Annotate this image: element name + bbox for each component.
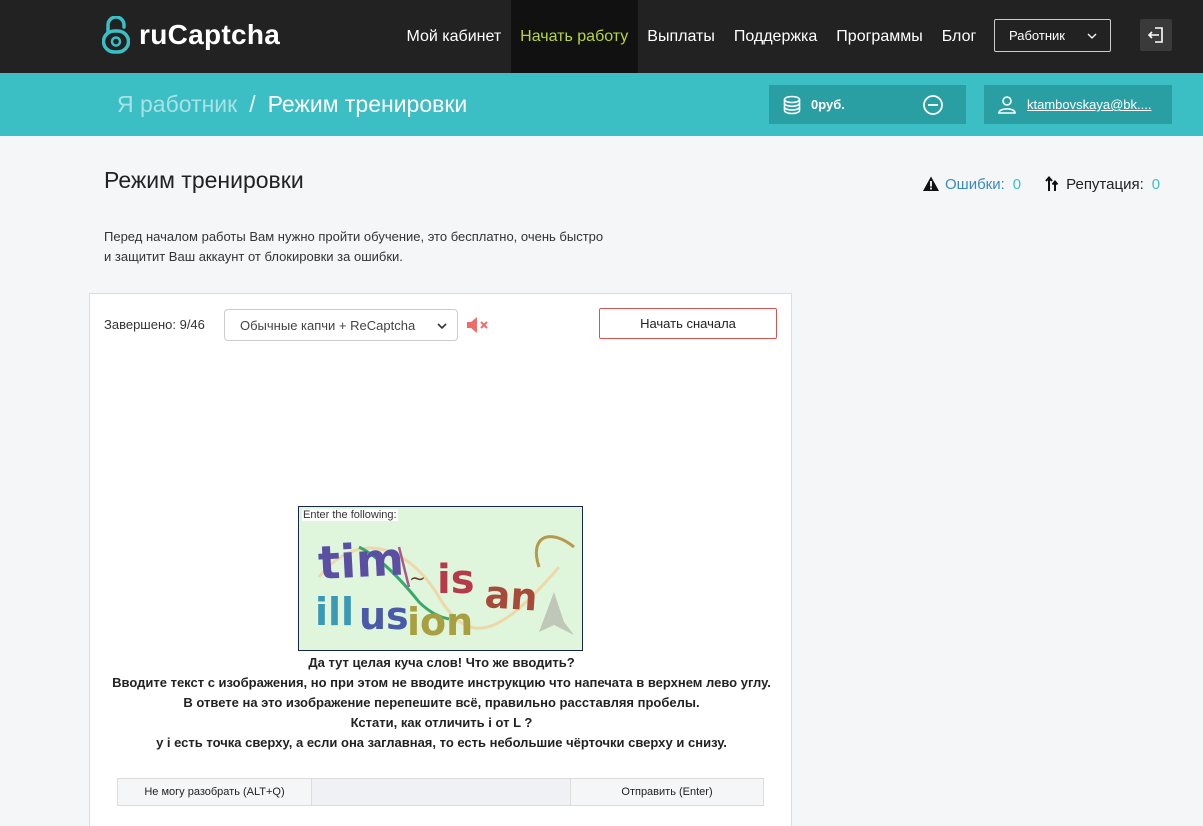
breadcrumb: Я работник / Режим тренировки [117,91,467,118]
errors-link[interactable]: Ошибки: [945,176,1005,193]
stats-bar: Ошибки: 0 Репутация: 0 [922,175,1160,193]
account-widget[interactable]: ktambovskaya@bk.... [984,85,1172,124]
errors-value: 0 [1012,175,1022,193]
sub-header: Я работник / Режим тренировки 0руб. ktam… [0,73,1203,136]
user-icon [998,95,1016,114]
captcha-mode-select[interactable]: Обычные капчи + ReCaptcha [224,309,458,341]
svg-text:∼: ∼ [409,566,426,590]
main-nav: Мой кабинет Начать работу Выплаты Поддер… [397,0,986,73]
role-select-value: Работник [1009,28,1065,43]
breadcrumb-parent[interactable]: Я работник [117,91,237,118]
hint-line: Да тут целая куча слов! Что же вводить? [308,655,575,670]
restart-button[interactable]: Начать сначала [599,308,777,339]
reputation-label: Репутация: [1066,175,1144,193]
coins-icon [783,95,801,114]
breadcrumb-separator: / [249,91,256,117]
logout-button[interactable] [1140,19,1172,51]
svg-text:tim: tim [317,532,405,590]
padlock-logo-icon [102,16,130,54]
chevron-down-icon [1087,33,1097,39]
nav-item-payouts[interactable]: Выплаты [638,0,725,73]
page-title: Режим тренировки [104,167,304,193]
submit-button[interactable]: Отправить (Enter) [571,778,764,806]
account-email-link[interactable]: ktambovskaya@bk.... [1027,97,1151,112]
svg-text:ion: ion [407,600,473,644]
nav-item-programs[interactable]: Программы [827,0,932,73]
hint-line: Вводите текст с изображения, но при этом… [112,675,771,690]
nav-item-start-work[interactable]: Начать работу [510,0,638,73]
balance-widget[interactable]: 0руб. [769,85,966,124]
svg-text:us: us [359,594,409,638]
top-navbar: ruCaptcha Мой кабинет Начать работу Выпл… [0,0,1203,73]
reputation-arrows-icon [1045,175,1059,191]
captcha-image: tim ∼ is an ill us ion Enter the followi… [298,506,583,651]
mute-icon[interactable] [465,314,491,336]
captcha-instruction: Enter the following: [302,509,398,521]
hint-line: Кстати, как отличить i от L ? [350,715,533,730]
nav-item-support[interactable]: Поддержка [724,0,826,73]
svg-text:ill: ill [315,590,354,634]
intro-text: Перед началом работы Вам нужно пройти об… [104,229,604,264]
nav-item-blog[interactable]: Блог [932,0,986,73]
breadcrumb-current: Режим тренировки [267,91,468,117]
brand-name: ruCaptcha [139,19,281,50]
warning-icon [923,176,939,191]
hint-line: у i есть точка сверху, а если она заглав… [156,735,727,750]
svg-text:is: is [437,557,475,603]
cant-read-button[interactable]: Не могу разобрать (ALT+Q) [117,778,312,806]
svg-text:an: an [483,572,539,620]
logout-icon [1147,27,1163,43]
hint-line: В ответе на это изображение перепешите в… [183,695,700,710]
captcha-mode-value: Обычные капчи + ReCaptcha [240,317,416,333]
nav-item-cabinet[interactable]: Мой кабинет [397,0,511,73]
balance-amount: 0руб. [811,97,845,112]
captcha-drawing: tim ∼ is an ill us ion [299,507,582,650]
logo[interactable]: ruCaptcha [102,16,280,54]
role-select[interactable]: Работник [994,19,1111,52]
reputation-value: 0 [1151,175,1161,193]
answer-input[interactable] [312,778,571,806]
answer-bar: Не могу разобрать (ALT+Q) Отправить (Ent… [117,778,764,806]
chevron-down-icon [437,323,447,330]
completed-counter: Завершено: 9/46 [104,317,205,332]
training-panel: Завершено: 9/46 Обычные капчи + ReCaptch… [89,293,792,826]
minus-circle-icon[interactable] [922,94,944,116]
training-hints: Да тут целая куча слов! Что же вводить? … [90,653,793,753]
